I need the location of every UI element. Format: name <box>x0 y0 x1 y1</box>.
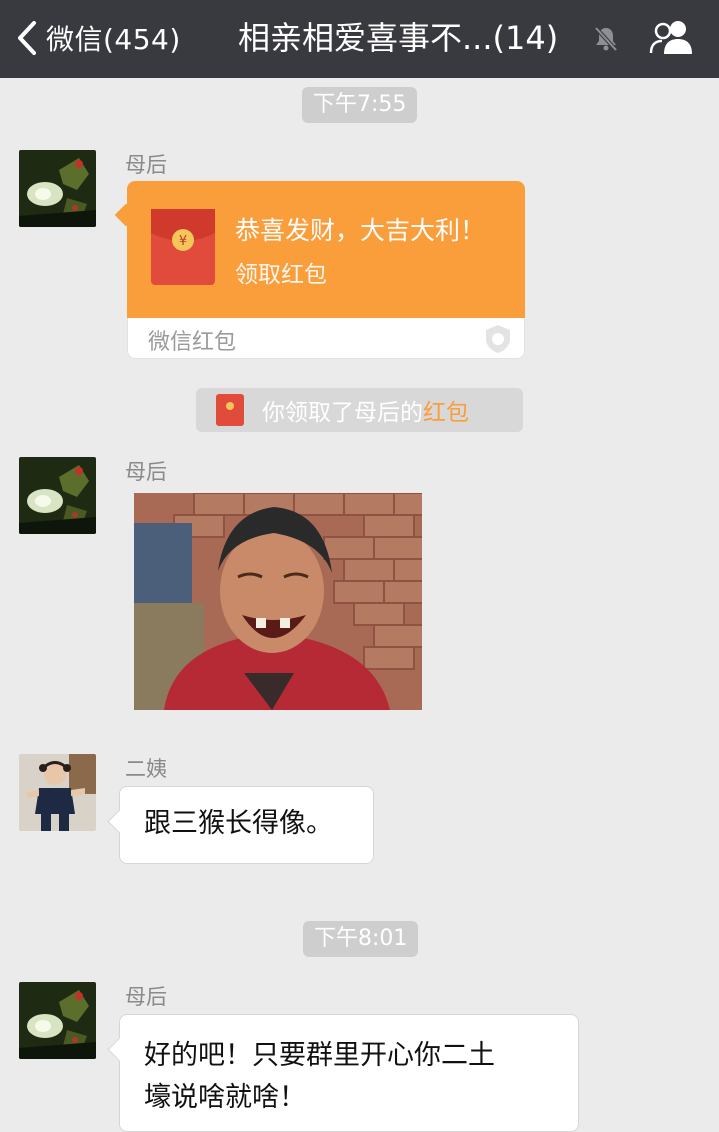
red-envelope-icon <box>216 394 244 426</box>
message-text-line: 好的吧！只要群里开心你二土 <box>144 1040 495 1071</box>
message-text-line: 壕说啥就啥！ <box>144 1082 306 1113</box>
notice-prefix: 你领取了母后的 <box>262 400 423 426</box>
avatar-image <box>19 150 96 227</box>
shield-icon <box>486 325 510 353</box>
back-label: 微信(454) <box>46 23 181 56</box>
system-notice: 你领取了母后的红包 <box>196 388 523 432</box>
message-text: 跟三猴长得像。 <box>144 808 333 839</box>
red-packet-link[interactable]: 红包 <box>423 400 469 426</box>
message-bubble[interactable]: 好的吧！只要群里开心你二土 壕说啥就啥！ <box>119 1014 579 1132</box>
sender-name: 二姨 <box>125 757 167 781</box>
chat-header: 微信(454) 相亲相爱喜事不...(14) <box>0 0 719 78</box>
red-packet-card[interactable]: ¥ 恭喜发财，大吉大利！ 领取红包 微信红包 <box>127 181 525 359</box>
sender-name: 母后 <box>125 985 167 1009</box>
avatar[interactable] <box>19 754 96 831</box>
avatar[interactable] <box>19 982 96 1059</box>
notice-text: 你领取了母后的红包 <box>262 393 469 427</box>
laughing-woman-photo <box>134 493 422 710</box>
timestamp: 下午7:55 <box>302 87 418 123</box>
avatar[interactable] <box>19 150 96 227</box>
avatar-image <box>19 982 96 1059</box>
red-envelope-icon: ¥ <box>151 209 215 285</box>
avatar-image <box>19 754 96 831</box>
timestamp: 下午8:01 <box>303 921 419 957</box>
avatar[interactable] <box>19 457 96 534</box>
red-packet-footer: 微信红包 <box>127 318 525 359</box>
muted-bell-icon <box>594 26 618 52</box>
back-button[interactable]: 微信(454) <box>14 18 181 58</box>
chat-image[interactable] <box>134 493 422 710</box>
red-packet-greeting: 恭喜发财，大吉大利！ <box>235 216 486 245</box>
sender-name: 母后 <box>125 460 167 484</box>
red-packet-action: 领取红包 <box>235 262 327 288</box>
message-bubble[interactable]: 跟三猴长得像。 <box>119 786 374 864</box>
chat-title: 相亲相爱喜事不...(14) <box>238 19 559 57</box>
red-packet-body: ¥ 恭喜发财，大吉大利！ 领取红包 <box>127 181 525 318</box>
avatar-image <box>19 457 96 534</box>
group-members-icon[interactable] <box>648 18 696 58</box>
red-packet-brand: 微信红包 <box>148 330 237 355</box>
svg-text:¥: ¥ <box>179 234 187 249</box>
sender-name: 母后 <box>125 153 167 177</box>
chevron-left-icon <box>18 21 36 55</box>
